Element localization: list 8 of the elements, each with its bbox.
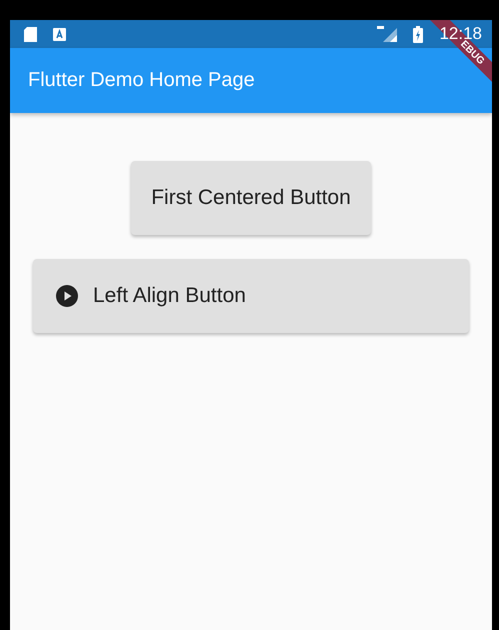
battery-icon [413, 26, 424, 42]
play-icon [55, 284, 79, 308]
sd-card-icon [24, 26, 37, 42]
app-bar-title: Flutter Demo Home Page [28, 69, 255, 92]
centered-button[interactable]: First Centered Button [131, 161, 371, 235]
signal-icon [377, 26, 398, 42]
app-icon [53, 28, 66, 40]
left-align-button[interactable]: Left Align Button [33, 259, 469, 333]
